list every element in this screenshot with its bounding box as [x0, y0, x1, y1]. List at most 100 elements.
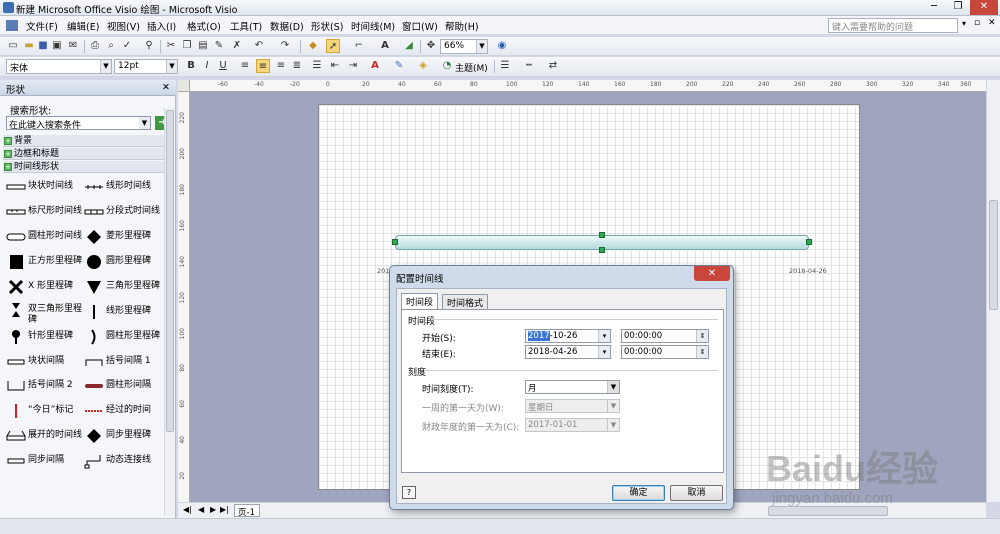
print-preview-icon[interactable]: ⌕ — [104, 39, 118, 53]
end-label: 结束(E): — [422, 350, 456, 360]
cancel-button[interactable]: 取消 — [670, 485, 723, 501]
theme-button[interactable]: 主题(M) — [455, 61, 488, 74]
open-icon[interactable]: ▬ — [22, 39, 36, 53]
font-select[interactable]: 宋体 ▼ — [6, 59, 112, 74]
justify-icon[interactable]: ≣ — [290, 59, 304, 73]
first-page-icon[interactable]: ◀| — [183, 505, 192, 514]
delete-icon[interactable]: ✗ — [230, 39, 244, 53]
doc-close-icon[interactable]: ✕ — [988, 18, 996, 28]
theme-icon[interactable]: ◔ — [440, 59, 454, 73]
text-tool-icon[interactable]: A — [378, 39, 392, 53]
tab-time-format[interactable]: 时间格式 — [442, 294, 489, 309]
permission-icon[interactable]: ▣ — [50, 39, 64, 53]
calendar-dropdown-icon[interactable]: ▾ — [598, 330, 610, 342]
decrease-indent-icon[interactable]: ⇤ — [328, 59, 342, 73]
save-icon[interactable]: ■ — [36, 39, 50, 53]
end-date-field[interactable]: 2018-04-26 ▾ — [525, 345, 611, 359]
vertical-scrollbar[interactable] — [986, 80, 1000, 502]
close-panel-icon[interactable]: ✕ — [162, 82, 170, 93]
minimize-icon[interactable]: ─ — [922, 0, 946, 15]
zoom-select[interactable]: 66% ▼ — [440, 39, 488, 54]
standard-toolbar: ▭ ▬ ■ ▣ ✉ ⎙ ⌕ ✓ ⚲ ✂ ❐ ▤ ✎ ✗ ↶ ↷ ◆ ➚ ⌐ A … — [0, 37, 1000, 56]
spelling-icon[interactable]: ✓ — [120, 39, 134, 53]
dialog-close-icon[interactable]: ✕ — [694, 266, 730, 281]
stencil-timeline-shapes[interactable]: + 时间线形状 — [3, 161, 173, 173]
font-size-select[interactable]: 12pt ▼ — [114, 59, 178, 74]
calendar-dropdown-icon[interactable]: ▾ — [598, 346, 610, 358]
line-color-icon[interactable]: ✎ — [392, 59, 406, 73]
week-start-select[interactable]: 星期日 ▼ — [525, 399, 620, 413]
stencil-background[interactable]: + 背景 — [3, 135, 173, 147]
start-date-field[interactable]: 2017-10-26 ▾ — [525, 329, 611, 343]
stencil-borders-titles[interactable]: + 边框和标题 — [3, 148, 173, 160]
redo-icon[interactable]: ↷ — [278, 39, 292, 53]
menu-format[interactable]: 格式(O) — [187, 19, 221, 33]
menu-data[interactable]: 数据(D) — [270, 19, 304, 33]
spinner-icon[interactable]: ⇕ — [696, 346, 708, 358]
menu-window[interactable]: 窗口(W) — [402, 19, 438, 33]
italic-icon[interactable]: I — [200, 59, 214, 73]
prev-page-icon[interactable]: ◀ — [198, 505, 204, 514]
cut-icon[interactable]: ✂ — [164, 39, 178, 53]
close-icon[interactable]: ✕ — [970, 0, 998, 15]
help-dropdown-icon[interactable]: ▾ — [962, 19, 966, 28]
pointer-tool-icon[interactable]: ➚ — [326, 39, 340, 53]
font-color-icon[interactable]: A — [368, 59, 382, 73]
time-unit-select[interactable]: 月 ▼ — [525, 380, 620, 394]
menu-shapes[interactable]: 形状(S) — [311, 19, 343, 33]
menu-edit[interactable]: 编辑(E) — [67, 19, 99, 33]
menu-insert[interactable]: 插入(I) — [147, 19, 176, 33]
shapes-icon[interactable]: ◆ — [306, 39, 320, 53]
selection-handle[interactable] — [599, 247, 605, 253]
new-icon[interactable]: ▭ — [6, 39, 20, 53]
fill-color-icon[interactable]: ◈ — [416, 59, 430, 73]
search-dropdown-icon[interactable]: ▼ — [139, 117, 150, 129]
align-left-icon[interactable]: ≡ — [238, 59, 252, 73]
increase-indent-icon[interactable]: ⇥ — [346, 59, 360, 73]
underline-icon[interactable]: U — [216, 59, 230, 73]
spinner-icon[interactable]: ⇕ — [696, 330, 708, 342]
fiscal-year-field[interactable]: 2017-01-01 ▼ — [525, 418, 620, 432]
tab-time-period[interactable]: 时间段 — [401, 293, 439, 310]
line-weight-icon[interactable]: ☰ — [498, 59, 512, 73]
scroll-thumb[interactable] — [166, 110, 174, 432]
menu-timeline[interactable]: 时间线(M) — [351, 19, 395, 33]
bullets-icon[interactable]: ☰ — [310, 59, 324, 73]
undo-icon[interactable]: ↶ — [252, 39, 266, 53]
dialog-help-icon[interactable]: ? — [402, 486, 416, 499]
menu-view[interactable]: 视图(V) — [107, 19, 140, 33]
last-page-icon[interactable]: ▶| — [220, 505, 229, 514]
line-tool-icon[interactable]: ◢ — [402, 39, 416, 53]
search-shapes-input[interactable]: 在此键入搜索条件 — [6, 116, 151, 131]
start-time-field[interactable]: 00:00:00 ⇕ — [621, 329, 709, 343]
line-pattern-icon[interactable]: ┅ — [522, 59, 536, 73]
selection-handle[interactable] — [599, 232, 605, 238]
help-search-input[interactable]: 键入需要帮助的问题 — [828, 18, 958, 33]
doc-restore-icon[interactable]: ▫ — [974, 18, 980, 28]
shapes-scrollbar[interactable] — [164, 108, 175, 516]
selection-handle[interactable] — [392, 239, 398, 245]
selection-handle[interactable] — [806, 239, 812, 245]
print-icon[interactable]: ⎙ — [88, 39, 102, 53]
research-icon[interactable]: ⚲ — [142, 39, 156, 53]
paste-icon[interactable]: ▤ — [196, 39, 210, 53]
mail-icon[interactable]: ✉ — [66, 39, 80, 53]
menu-file[interactable]: 文件(F) — [26, 19, 58, 33]
end-time-field[interactable]: 00:00:00 ⇕ — [621, 345, 709, 359]
align-center-icon[interactable]: ≡ — [256, 59, 270, 73]
next-page-icon[interactable]: ▶ — [210, 505, 216, 514]
connector-tool-icon[interactable]: ⌐ — [352, 39, 366, 53]
copy-icon[interactable]: ❐ — [180, 39, 194, 53]
help-icon[interactable]: ◉ — [495, 39, 509, 53]
ok-button[interactable]: 确定 — [612, 485, 665, 501]
format-painter-icon[interactable]: ✎ — [212, 39, 226, 53]
menu-tools[interactable]: 工具(T) — [230, 19, 262, 33]
line-ends-icon[interactable]: ⇄ — [546, 59, 560, 73]
page-tab[interactable]: 页-1 — [234, 504, 260, 518]
pan-zoom-icon[interactable]: ✥ — [424, 39, 438, 53]
align-right-icon[interactable]: ≡ — [274, 59, 288, 73]
scroll-thumb[interactable] — [989, 200, 998, 310]
maximize-icon[interactable]: ❐ — [946, 0, 970, 15]
menu-help[interactable]: 帮助(H) — [445, 19, 479, 33]
bold-icon[interactable]: B — [184, 59, 198, 73]
